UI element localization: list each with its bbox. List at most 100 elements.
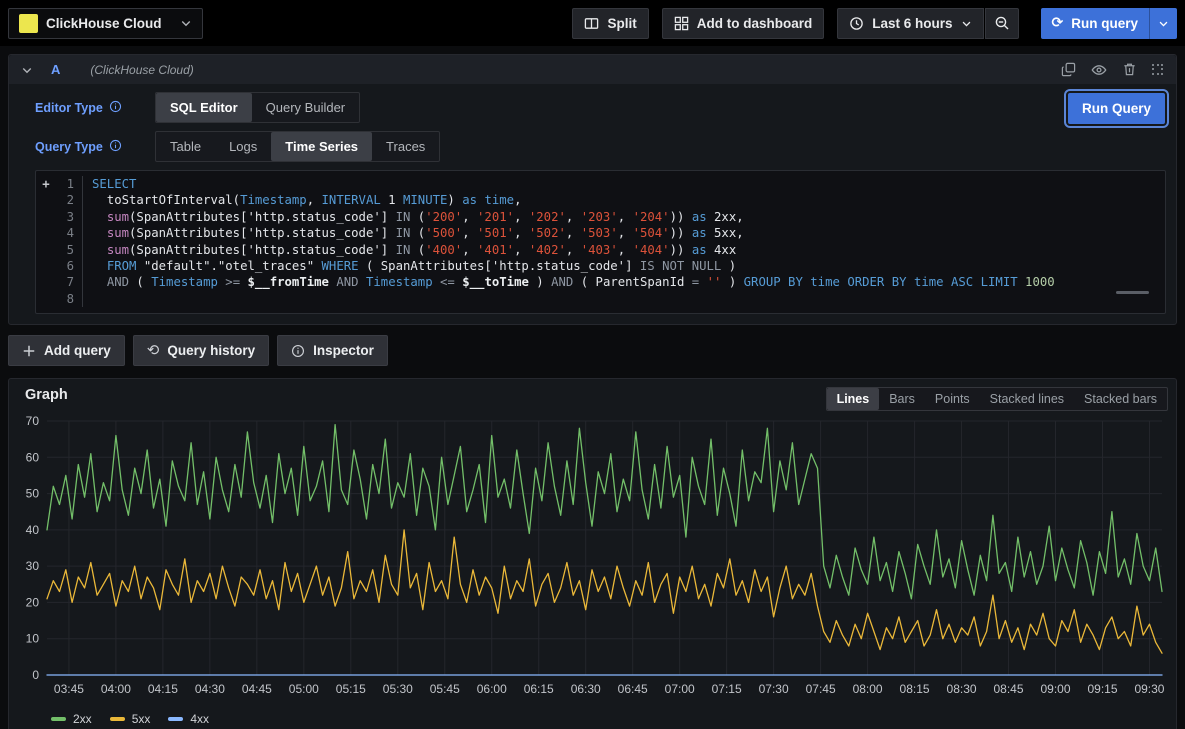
query-type-segmented: TableLogsTime SeriesTraces [155,131,440,162]
collapse-chevron-icon[interactable] [21,64,33,76]
clock-icon [849,16,864,31]
x-axis-tick-label: 04:45 [242,682,272,696]
run-query-label: Run query [1071,16,1138,31]
query-history-label: Query history [167,343,255,358]
plus-icon [22,344,36,358]
draw-mode-option-stacked-lines[interactable]: Stacked lines [980,388,1074,410]
run-query-panel-button[interactable]: Run Query [1068,93,1165,124]
datasource-name: ClickHouse Cloud [46,16,162,31]
editor-horizontal-scrollbar[interactable] [1116,291,1149,294]
code-text: AND ( Timestamp >= $__fromTime AND Times… [82,274,1055,290]
topbar: ClickHouse Cloud Split Add to dashboard … [0,0,1185,46]
add-to-dashboard-label: Add to dashboard [697,16,813,31]
series-line-5xx [47,530,1162,653]
x-axis-tick-label: 06:30 [571,682,601,696]
zoom-out-time-button[interactable] [985,8,1019,39]
info-circle-icon[interactable] [109,100,122,116]
split-label: Split [607,16,636,31]
chevron-down-icon [961,18,972,29]
code-line: 2 toStartOfInterval(Timestamp, INTERVAL … [36,192,1165,208]
duplicate-query-icon[interactable] [1061,62,1076,77]
draw-mode-option-bars[interactable]: Bars [879,388,925,410]
drag-handle-icon[interactable] [1152,64,1164,76]
gutter-plus-icon: + [36,176,56,192]
query-history-button[interactable]: ⟲ Query history [133,335,269,366]
x-axis-tick-label: 05:30 [383,682,413,696]
graph-panel: Graph LinesBarsPointsStacked linesStacke… [8,378,1177,729]
legend-label: 5xx [132,712,151,726]
sql-code-editor[interactable]: +1SELECT2 toStartOfInterval(Timestamp, I… [35,170,1166,314]
x-axis-tick-label: 08:45 [994,682,1024,696]
code-line: 3 sum(SpanAttributes['http.status_code']… [36,209,1165,225]
x-axis-tick-label: 06:00 [477,682,507,696]
y-axis-tick-label: 20 [26,596,40,610]
x-axis-tick-label: 08:00 [853,682,883,696]
code-line: 4 sum(SpanAttributes['http.status_code']… [36,225,1165,241]
chart-legend: 2xx 5xx 4xx [17,708,1168,726]
legend-swatch [51,717,66,721]
y-axis-tick-label: 40 [26,523,40,537]
time-range-picker[interactable]: Last 6 hours [837,8,983,39]
datasource-hint: (ClickHouse Cloud) [90,63,193,77]
draw-mode-option-lines[interactable]: Lines [827,388,880,410]
code-text: toStartOfInterval(Timestamp, INTERVAL 1 … [82,192,521,208]
history-icon: ⟲ [147,343,160,358]
split-button[interactable]: Split [572,8,648,39]
datasource-picker[interactable]: ClickHouse Cloud [8,8,203,39]
code-text: sum(SpanAttributes['http.status_code'] I… [82,242,736,258]
x-axis-tick-label: 06:15 [524,682,554,696]
draw-mode-option-stacked-bars[interactable]: Stacked bars [1074,388,1167,410]
run-query-split-button[interactable]: ⟳ Run query [1041,8,1178,39]
code-line: 7 AND ( Timestamp >= $__fromTime AND Tim… [36,274,1165,290]
info-circle-icon[interactable] [109,139,122,155]
x-axis-tick-label: 09:30 [1134,682,1164,696]
legend-label: 2xx [73,712,92,726]
legend-item-4xx[interactable]: 4xx [168,712,209,726]
query-type-option-logs[interactable]: Logs [215,132,271,161]
query-row-header: A (ClickHouse Cloud) [9,55,1176,84]
x-axis-tick-label: 08:30 [947,682,977,696]
x-axis-tick-label: 05:45 [430,682,460,696]
legend-item-2xx[interactable]: 2xx [51,712,92,726]
draw-mode-option-points[interactable]: Points [925,388,980,410]
remove-query-trash-icon[interactable] [1122,62,1137,77]
code-line: 5 sum(SpanAttributes['http.status_code']… [36,242,1165,258]
code-text: sum(SpanAttributes['http.status_code'] I… [82,209,744,225]
query-type-option-traces[interactable]: Traces [372,132,439,161]
add-query-button[interactable]: Add query [8,335,125,366]
query-type-option-table[interactable]: Table [156,132,215,161]
editor-type-option-query-builder[interactable]: Query Builder [252,93,359,122]
editor-type-label: Editor Type [35,101,103,115]
query-type-label: Query Type [35,140,103,154]
x-axis-tick-label: 04:30 [195,682,225,696]
x-axis-tick-label: 05:15 [336,682,366,696]
y-axis-tick-label: 70 [26,414,40,428]
explore-actions: Add query ⟲ Query history Inspector [8,335,1177,366]
code-text: SELECT [82,176,136,192]
y-axis-tick-label: 50 [26,487,40,501]
editor-type-segmented: SQL EditorQuery Builder [155,92,360,123]
add-to-dashboard-button[interactable]: Add to dashboard [662,8,825,39]
hide-response-eye-icon[interactable] [1091,62,1107,78]
line-number: 3 [56,209,74,225]
draw-mode-selector: LinesBarsPointsStacked linesStacked bars [826,387,1168,411]
x-axis-tick-label: 09:00 [1040,682,1070,696]
time-series-plot[interactable]: 03:4504:0004:1504:3004:4505:0005:1505:30… [17,413,1170,705]
legend-label: 4xx [190,712,209,726]
legend-swatch [168,717,183,721]
y-axis-tick-label: 0 [32,668,39,682]
zoom-out-icon [994,15,1010,31]
x-axis-tick-label: 04:15 [148,682,178,696]
inspector-button[interactable]: Inspector [277,335,388,366]
time-range-label: Last 6 hours [872,16,952,31]
chevron-down-icon [180,17,192,29]
clickhouse-logo-icon [19,14,38,33]
editor-type-option-sql-editor[interactable]: SQL Editor [156,93,252,122]
line-number: 6 [56,258,74,274]
legend-item-5xx[interactable]: 5xx [110,712,151,726]
inspector-label: Inspector [313,343,374,358]
run-query-dropdown[interactable] [1149,8,1177,39]
line-number: 8 [56,291,74,307]
query-ref-id[interactable]: A [51,62,60,77]
query-type-option-time-series[interactable]: Time Series [271,132,372,161]
